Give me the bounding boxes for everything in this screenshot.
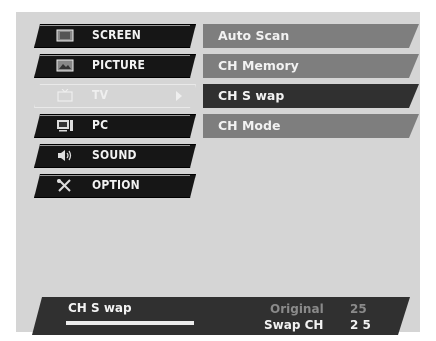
menu-item-sound[interactable]: SOUND — [34, 144, 196, 168]
menu-item-label: SCREEN — [92, 28, 142, 42]
menu-item-pc[interactable]: PC — [34, 114, 196, 138]
submenu-item-ch-swap[interactable]: CH S wap — [203, 84, 419, 108]
menu-item-label: SOUND — [92, 148, 137, 162]
original-value: 25 — [350, 302, 367, 316]
swap-ch-label: Swap CH — [264, 318, 324, 332]
menu-item-label: TV — [92, 88, 109, 102]
submenu-item-label: CH Memory — [218, 58, 299, 73]
picture-icon — [56, 59, 74, 72]
menu-item-label: PC — [92, 118, 109, 132]
pc-icon — [57, 120, 73, 132]
tools-icon — [57, 179, 71, 192]
original-label: Original — [270, 302, 324, 316]
menu-item-tv[interactable]: TV — [34, 84, 196, 108]
status-bar: CH S wap Original 25 Swap CH 2 5 — [32, 297, 410, 335]
menu-item-label: OPTION — [92, 178, 140, 192]
menu-item-picture[interactable]: PICTURE — [34, 54, 196, 78]
submenu-item-ch-memory[interactable]: CH Memory — [203, 54, 419, 78]
screen-icon — [56, 29, 74, 42]
submenu-item-label: CH Mode — [218, 118, 281, 133]
submenu-item-label: CH S wap — [218, 88, 285, 103]
status-underline — [66, 321, 194, 325]
menu-item-label: PICTURE — [92, 58, 146, 72]
submenu-item-ch-mode[interactable]: CH Mode — [203, 114, 419, 138]
swap-ch-value[interactable]: 2 5 — [350, 318, 371, 332]
status-title: CH S wap — [68, 301, 132, 315]
menu-item-option[interactable]: OPTION — [34, 174, 196, 198]
submenu-item-label: Auto Scan — [218, 28, 290, 43]
tv-icon — [57, 89, 73, 102]
sound-icon — [58, 150, 72, 161]
submenu-item-auto-scan[interactable]: Auto Scan — [203, 24, 419, 48]
chevron-right-icon — [176, 91, 182, 101]
menu-item-screen[interactable]: SCREEN — [34, 24, 196, 48]
